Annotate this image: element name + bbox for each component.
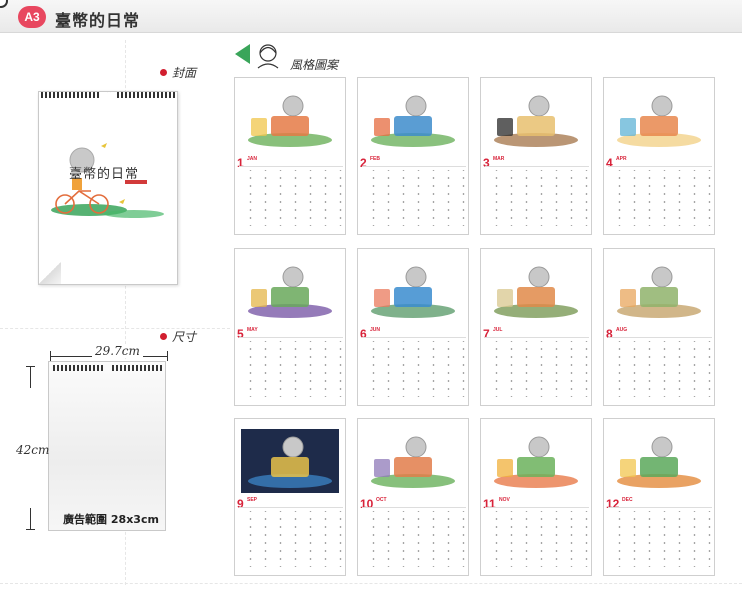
height-dimension-line [30, 366, 31, 388]
cover-illustration [51, 92, 164, 218]
month-card: 2 FEB [357, 77, 469, 235]
month-illustration [371, 95, 455, 147]
weekday-rule [485, 166, 589, 168]
month-card: 3 MAR [480, 77, 592, 235]
month-abbr: SEP [247, 497, 258, 503]
weekday-rule [608, 166, 712, 168]
month-illustration [494, 436, 578, 488]
date-grid [608, 341, 712, 397]
month-illustration [371, 266, 455, 318]
month-card: 12 DEC [603, 418, 715, 576]
month-abbr: MAR [493, 156, 505, 162]
page-title: 臺幣的日常 [55, 11, 141, 30]
date-grid [239, 511, 343, 567]
weekday-rule [608, 337, 712, 339]
weekday-rule [362, 507, 466, 509]
width-value: 29.7cm [92, 344, 143, 358]
date-grid [608, 170, 712, 226]
weekday-rule [239, 166, 343, 168]
month-card: 5 MAY [234, 248, 346, 406]
page-curl [39, 262, 61, 284]
header-bar: A3 臺幣的日常 [0, 0, 742, 33]
size-badge: A3 [18, 6, 46, 28]
date-grid [362, 511, 466, 567]
bullet-icon [160, 333, 167, 340]
month-abbr: JUN [370, 327, 381, 333]
month-illustration [494, 95, 578, 147]
date-grid [608, 511, 712, 567]
size-label: 尺寸 [172, 330, 197, 344]
month-illustration [617, 95, 701, 147]
corner-circle-icon [0, 0, 8, 8]
weekday-rule [239, 337, 343, 339]
month-abbr: JAN [247, 156, 258, 162]
date-grid [485, 341, 589, 397]
month-abbr: AUG [616, 327, 628, 333]
month-card: 1 JAN [234, 77, 346, 235]
weekday-rule [608, 507, 712, 509]
month-illustration [241, 429, 339, 493]
month-card: 6 JUN [357, 248, 469, 406]
month-card: 8 AUG [603, 248, 715, 406]
date-grid [239, 341, 343, 397]
month-card: 7 JUL [480, 248, 592, 406]
ad-area-label: 廣告範圍 28x3cm [63, 513, 159, 526]
dimension-tick [50, 351, 51, 361]
month-abbr: MAY [247, 327, 258, 333]
cover-calendar: 臺幣的日常 [38, 91, 178, 285]
month-card: 4 APR [603, 77, 715, 235]
bullet-icon [160, 69, 167, 76]
month-card: 9 SEP [234, 418, 346, 576]
style-icon [235, 44, 279, 69]
month-abbr: DEC [622, 497, 633, 503]
date-grid [362, 341, 466, 397]
dimension-tick [26, 529, 35, 530]
month-abbr: APR [616, 156, 627, 162]
month-illustration [371, 436, 455, 488]
month-illustration [248, 266, 332, 318]
dimension-tick [167, 351, 168, 361]
binding-wire [112, 365, 162, 371]
product-spec-page: A3 臺幣的日常 封面 臺幣的日常 尺寸 29.7cm 廣告範圍 28x3cm … [0, 0, 742, 591]
date-grid [485, 170, 589, 226]
date-grid [239, 170, 343, 226]
binding-wire [53, 365, 103, 371]
month-abbr: NOV [499, 497, 510, 503]
month-abbr: FEB [370, 156, 380, 162]
dimension-tick [26, 366, 35, 367]
weekday-rule [362, 166, 466, 168]
month-abbr: OCT [376, 497, 387, 503]
month-card: 11 NOV [480, 418, 592, 576]
date-grid [362, 170, 466, 226]
month-abbr: JUL [493, 327, 503, 333]
height-dimension-line [30, 508, 31, 530]
guide-line [0, 583, 742, 584]
weekday-rule [239, 507, 343, 509]
weekday-rule [485, 507, 589, 509]
month-card: 10 OCT [357, 418, 469, 576]
cover-label: 封面 [172, 66, 197, 80]
weekday-rule [362, 337, 466, 339]
month-illustration [494, 266, 578, 318]
weekday-rule [485, 337, 589, 339]
month-illustration [617, 436, 701, 488]
month-illustration [617, 266, 701, 318]
size-calendar [48, 361, 166, 531]
style-label: 風格圖案 [290, 58, 339, 72]
month-illustration [248, 95, 332, 147]
date-grid [485, 511, 589, 567]
height-value: 42cm [16, 443, 50, 457]
cover-red-strip [125, 180, 147, 184]
